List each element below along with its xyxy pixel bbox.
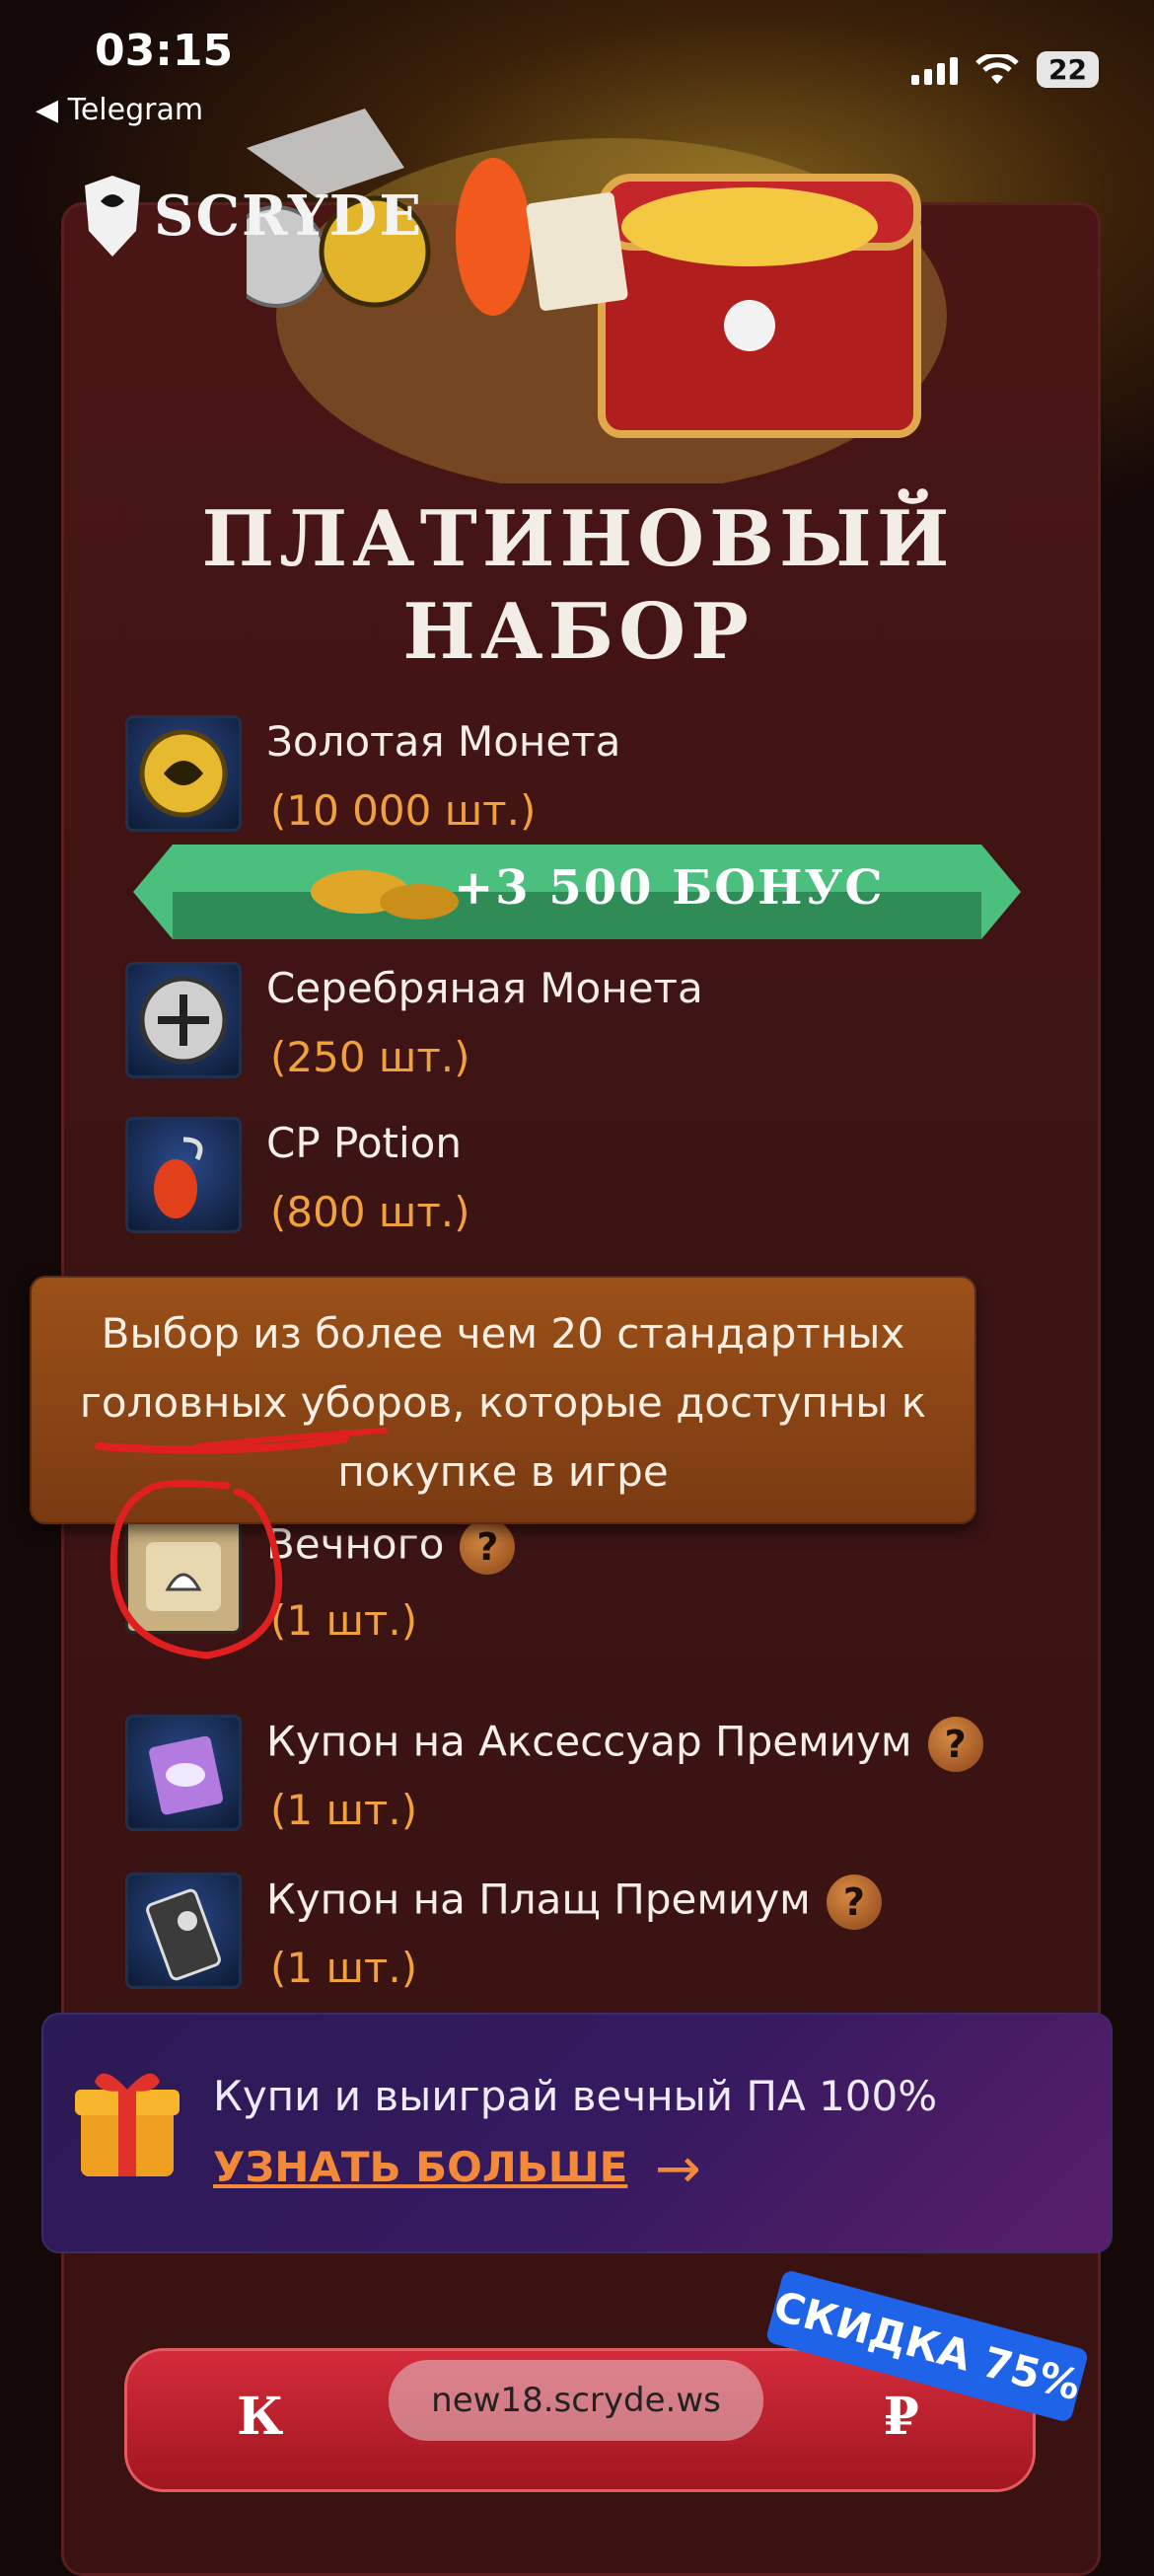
item-name-wrap: Купон на Плащ Премиум?	[266, 1875, 882, 1930]
item-name: Вечного	[266, 1519, 445, 1569]
item-name-wrap: Вечного?	[266, 1519, 516, 1575]
shield-logo-icon	[85, 176, 140, 257]
status-time: 03:15	[95, 26, 234, 76]
back-to-app-link[interactable]: ◀ Telegram	[36, 93, 203, 127]
brand-logo-text: SCRYDE	[154, 184, 424, 249]
gift-icon	[75, 2073, 180, 2176]
gold-coin-icon	[125, 715, 242, 832]
item-qty: (800 шт.)	[270, 1188, 470, 1236]
bonus-ribbon-label: +3 500 БОНУС	[454, 860, 885, 916]
item-name: Купон на Аксессуар Премиум	[266, 1717, 912, 1766]
pack-title-line1: ПЛАТИНОВЫЙ	[201, 494, 955, 584]
help-icon[interactable]: ?	[826, 1875, 882, 1930]
buy-label-left: К	[237, 2387, 288, 2447]
item-name: Золотая Монета	[266, 717, 621, 766]
url-bar[interactable]: new18.scryde.ws	[389, 2360, 763, 2441]
item-qty: (1 шт.)	[270, 1596, 418, 1645]
battery-indicator: 22	[1037, 51, 1099, 88]
accessory-coupon-icon	[125, 1715, 242, 1831]
promo-text: Купи и выиграй вечный ПА 100%	[213, 2072, 938, 2120]
brand-logo[interactable]: SCRYDE	[83, 174, 423, 258]
buy-label-right: ₽	[883, 2387, 923, 2447]
list-item: Купон на Аксессуар Премиум? (1 шт.)	[125, 1715, 1043, 1834]
wifi-icon	[975, 53, 1019, 84]
item-name: CP Potion	[266, 1119, 462, 1167]
signal-icon	[911, 55, 959, 85]
list-item: Вечного? (1 шт.)	[125, 1517, 1043, 1645]
item-qty: (1 шт.)	[270, 1944, 418, 1992]
arrow-right-icon: →	[655, 2137, 701, 2201]
pack-title-line2: НАБОР	[402, 587, 754, 677]
tooltip-text: Выбор из более чем 20 стандартных головн…	[79, 1309, 927, 1496]
promo-banner[interactable]: Купи и выиграй вечный ПА 100% УЗНАТЬ БОЛ…	[41, 2013, 1113, 2253]
cat-scroll-icon	[125, 1517, 242, 1634]
item-tooltip: Выбор из более чем 20 стандартных головн…	[30, 1276, 976, 1524]
silver-coin-icon	[125, 962, 242, 1078]
hero-illustration	[247, 109, 947, 483]
potion-icon	[125, 1117, 242, 1233]
item-name: Купон на Плащ Премиум	[266, 1875, 811, 1924]
list-item: CP Potion (800 шт.)	[125, 1117, 1043, 1236]
status-icons: 22	[911, 51, 1099, 88]
cloak-coupon-icon	[125, 1873, 242, 1989]
list-item: Купон на Плащ Премиум? (1 шт.)	[125, 1873, 1043, 1992]
list-item: Золотая Монета (10 000 шт.)	[125, 715, 1043, 835]
item-qty: (250 шт.)	[270, 1033, 470, 1081]
item-qty: (1 шт.)	[270, 1786, 418, 1834]
item-name: Серебряная Монета	[266, 964, 703, 1012]
item-name-wrap: Купон на Аксессуар Премиум?	[266, 1717, 983, 1772]
status-bar: 03:15 ◀ Telegram 22	[0, 0, 1154, 138]
help-icon[interactable]: ?	[460, 1519, 516, 1575]
pack-title: ПЛАТИНОВЫЙ НАБОР	[61, 493, 1095, 679]
help-icon[interactable]: ?	[927, 1717, 983, 1772]
learn-more-link[interactable]: УЗНАТЬ БОЛЬШЕ	[213, 2143, 627, 2191]
list-item: Серебряная Монета (250 шт.)	[125, 962, 1043, 1081]
item-qty: (10 000 шт.)	[270, 786, 537, 835]
